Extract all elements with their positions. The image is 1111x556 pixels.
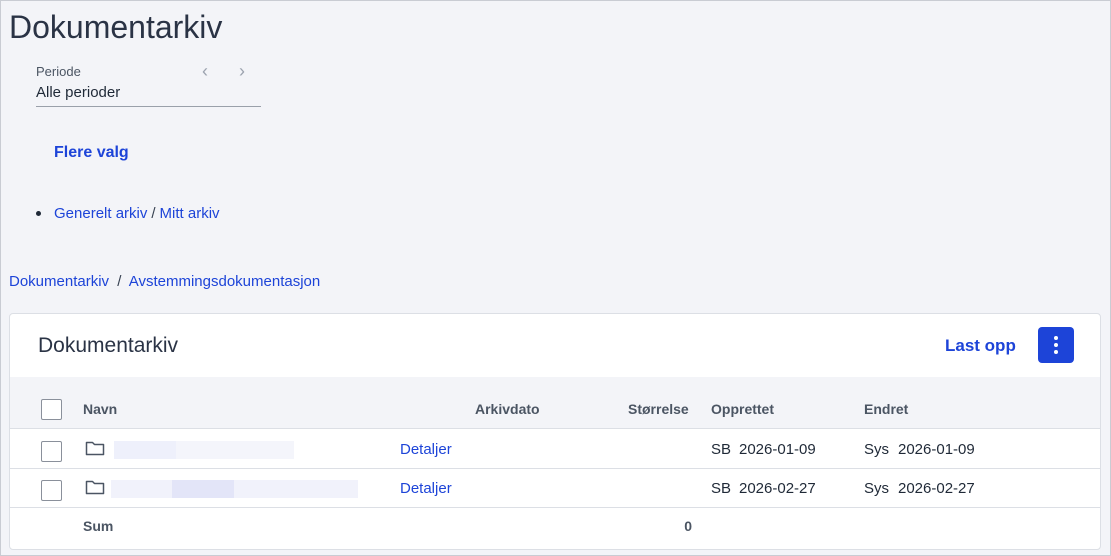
page-title: Dokumentarkiv	[9, 9, 223, 45]
table-header: Navn Arkivdato Størrelse Opprettet Endre…	[10, 377, 1100, 429]
details-link[interactable]: Detaljer	[400, 480, 452, 497]
changed-date: 2026-02-27	[898, 480, 975, 497]
breadcrumb: Dokumentarkiv / Avstemmingsdokumentasjon	[9, 273, 320, 290]
path-separator: /	[151, 205, 156, 222]
period-selector[interactable]: Periode Alle perioder ‹ ›	[36, 62, 261, 107]
bullet-icon	[36, 211, 41, 216]
redacted-block	[172, 480, 234, 498]
document-archive-card: Dokumentarkiv Last opp Navn Arkivdato St…	[9, 313, 1101, 550]
list-item: Generelt arkiv / Mitt arkiv	[36, 205, 220, 222]
archive-path-list: Generelt arkiv / Mitt arkiv	[36, 205, 220, 222]
select-all-checkbox[interactable]	[41, 399, 62, 420]
redacted-name[interactable]	[111, 480, 358, 498]
created-by: SB	[711, 441, 732, 458]
breadcrumb-separator: /	[117, 273, 122, 290]
chevron-right-icon[interactable]: ›	[232, 62, 252, 82]
created-date: 2026-01-09	[739, 441, 816, 458]
more-options-link[interactable]: Flere valg	[54, 144, 129, 162]
column-header-created[interactable]: Opprettet	[711, 401, 774, 417]
breadcrumb-current[interactable]: Avstemmingsdokumentasjon	[129, 273, 320, 290]
changed-by: Sys	[864, 441, 890, 458]
upload-button[interactable]: Last opp	[945, 336, 1016, 356]
table-row[interactable]: Detaljer SB 2026-02-27 Sys 2026-02-27	[10, 469, 1100, 508]
created-by: SB	[711, 480, 732, 497]
period-label: Periode	[36, 64, 81, 79]
column-header-size[interactable]: Størrelse	[628, 401, 689, 417]
column-header-changed[interactable]: Endret	[864, 401, 908, 417]
folder-icon	[85, 441, 105, 456]
created-date: 2026-02-27	[739, 480, 816, 497]
changed-date: 2026-01-09	[898, 441, 975, 458]
card-title: Dokumentarkiv	[38, 334, 179, 357]
sum-value: 0	[684, 518, 692, 534]
column-header-name[interactable]: Navn	[83, 401, 117, 417]
folder-icon	[85, 480, 105, 495]
table-row[interactable]: Detaljer SB 2026-01-09 Sys 2026-01-09	[10, 430, 1100, 469]
archive-link-general[interactable]: Generelt arkiv	[54, 205, 147, 222]
period-value[interactable]: Alle perioder	[36, 84, 261, 101]
redacted-block	[114, 441, 176, 459]
column-header-archive-date[interactable]: Arkivdato	[475, 401, 540, 417]
chevron-left-icon[interactable]: ‹	[195, 62, 215, 82]
archive-link-mine[interactable]: Mitt arkiv	[160, 205, 220, 222]
row-checkbox[interactable]	[41, 480, 62, 501]
kebab-vertical-icon[interactable]	[1038, 327, 1074, 363]
sum-label: Sum	[83, 518, 114, 534]
changed-by: Sys	[864, 480, 890, 497]
breadcrumb-root[interactable]: Dokumentarkiv	[9, 273, 109, 290]
row-checkbox[interactable]	[41, 441, 62, 462]
details-link[interactable]: Detaljer	[400, 441, 452, 458]
sum-row: Sum 0	[10, 509, 1100, 545]
